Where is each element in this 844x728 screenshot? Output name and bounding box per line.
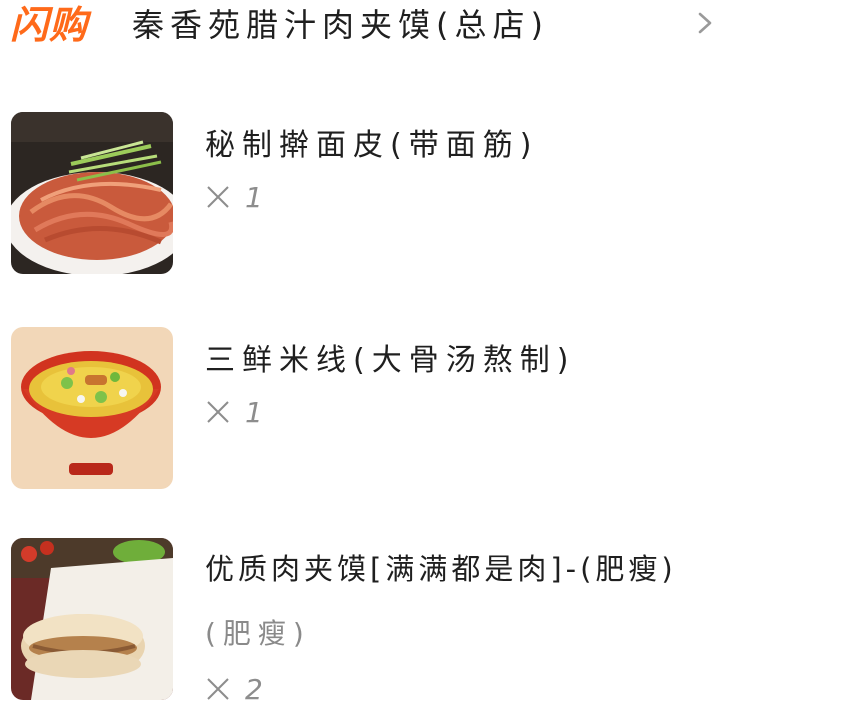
item-thumbnail [11,327,173,489]
quantity-value: 1 [245,180,263,214]
order-item[interactable]: 三鲜米线(大骨汤熬制) 1 [0,327,844,497]
multiply-icon [207,678,229,700]
order-item[interactable]: 秘制擀面皮(带面筋) 1 [0,112,844,282]
store-name[interactable]: 秦香苑腊汁肉夹馍(总店) [132,2,549,48]
item-thumbnail [11,112,173,274]
item-quantity: 2 [205,672,263,706]
item-title: 秘制擀面皮(带面筋) [205,128,539,163]
multiply-icon [207,401,229,423]
quantity-value: 1 [245,395,263,429]
multiply-icon [207,186,229,208]
item-title: 优质肉夹馍[满满都是肉]-(肥瘦) [205,552,677,586]
order-item[interactable]: 优质肉夹馍[满满都是肉]-(肥瘦) (肥瘦) 2 [0,538,844,718]
quantity-value: 2 [245,672,263,706]
item-quantity: 1 [205,395,263,429]
chevron-right-icon[interactable] [694,12,716,34]
item-spec: (肥瘦) [205,617,311,650]
item-title: 三鲜米线(大骨汤熬制) [205,343,576,378]
brand-logo: 闪购 [10,3,89,47]
store-header[interactable]: 闪购 秦香苑腊汁肉夹馍(总店) [0,0,844,60]
item-quantity: 1 [205,180,263,214]
item-thumbnail [11,538,173,700]
